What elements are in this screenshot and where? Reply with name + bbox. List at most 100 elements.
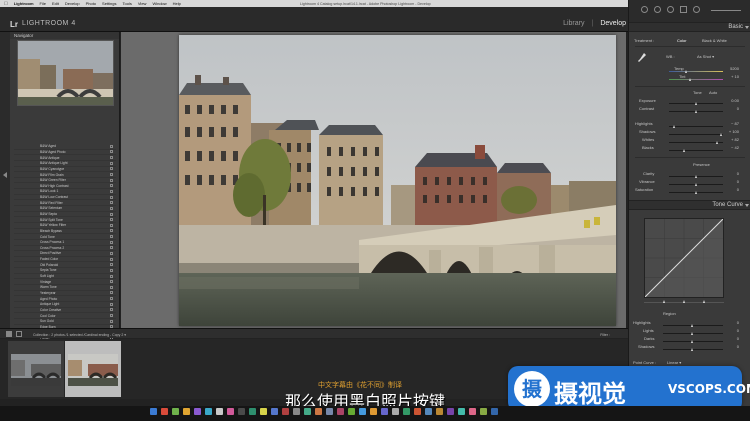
left-panel-edge[interactable] — [0, 32, 10, 328]
dock-app-icon[interactable] — [282, 408, 289, 415]
dock-app-icon[interactable] — [436, 408, 443, 415]
contrast-value[interactable]: 0 — [725, 106, 739, 111]
dock-app-icon[interactable] — [238, 408, 245, 415]
curve-highlights-value[interactable]: 0 — [725, 320, 739, 325]
menu-app-name[interactable]: Lightroom — [14, 1, 34, 6]
exposure-value[interactable]: 0.00 — [725, 98, 739, 103]
menu-tools[interactable]: Tools — [122, 1, 131, 6]
dock-app-icon[interactable] — [194, 408, 201, 415]
blacks-knob[interactable] — [683, 149, 685, 152]
blacks-slider[interactable] — [669, 150, 723, 151]
menu-file[interactable]: File — [40, 1, 46, 6]
dock-app-icon[interactable] — [447, 408, 454, 415]
whites-slider[interactable] — [669, 142, 723, 143]
dock-app-icon[interactable] — [249, 408, 256, 415]
curve-darks-value[interactable]: 0 — [725, 336, 739, 341]
dock-app-icon[interactable] — [403, 408, 410, 415]
tint-slider[interactable] — [669, 79, 723, 80]
dock-app-icon[interactable] — [260, 408, 267, 415]
curve-lights-value[interactable]: 0 — [725, 328, 739, 333]
dock-app-icon[interactable] — [491, 408, 498, 415]
whites-value[interactable]: + 82 — [725, 137, 739, 142]
temp-knob[interactable] — [685, 70, 687, 73]
dock-app-icon[interactable] — [315, 408, 322, 415]
curve-split-knob-2[interactable] — [683, 300, 685, 303]
adjustment-brush-icon[interactable] — [693, 6, 700, 13]
dock-app-icon[interactable] — [161, 408, 168, 415]
filmstrip-source[interactable]: Collection : 2 photos /1 selected /Cardi… — [33, 333, 126, 337]
curve-darks-slider[interactable] — [663, 341, 723, 342]
tone-auto-button[interactable]: Auto — [709, 90, 717, 95]
dock-app-icon[interactable] — [271, 408, 278, 415]
dock-app-icon[interactable] — [216, 408, 223, 415]
tint-value[interactable]: + 10 — [725, 74, 739, 79]
curve-shadows-slider[interactable] — [663, 349, 723, 350]
curve-shadows-value[interactable]: 0 — [725, 344, 739, 349]
menu-edit[interactable]: Edit — [52, 1, 59, 6]
develop-canvas[interactable] — [121, 32, 626, 328]
highlights-knob[interactable] — [673, 125, 675, 128]
point-curve-select[interactable]: Linear ▾ — [667, 360, 681, 365]
menu-window[interactable]: Window — [152, 1, 166, 6]
temp-slider[interactable] — [669, 71, 723, 72]
curve-lights-knob[interactable] — [691, 332, 693, 335]
saturation-knob[interactable] — [695, 191, 697, 194]
shadows-knob[interactable] — [720, 133, 722, 136]
vibrance-value[interactable]: 0 — [725, 179, 739, 184]
curve-lights-slider[interactable] — [663, 333, 723, 334]
main-photo[interactable] — [179, 35, 616, 326]
dock-app-icon[interactable] — [183, 408, 190, 415]
curve-split-knob-1[interactable] — [663, 300, 665, 303]
saturation-value[interactable]: 0 — [725, 187, 739, 192]
navigator-preview[interactable] — [17, 40, 114, 106]
whites-knob[interactable] — [716, 141, 718, 144]
dock-app-icon[interactable] — [337, 408, 344, 415]
filmstrip-thumb[interactable] — [8, 341, 64, 397]
filmstrip-thumb-selected[interactable] — [65, 341, 121, 397]
dock-app-icon[interactable] — [293, 408, 300, 415]
blacks-value[interactable]: − 42 — [725, 145, 739, 150]
menu-help[interactable]: Help — [173, 1, 181, 6]
contrast-knob[interactable] — [695, 110, 697, 113]
temp-value[interactable]: 5200 — [725, 66, 739, 71]
treatment-bw[interactable]: Black & White — [702, 38, 727, 43]
dock-app-icon[interactable] — [326, 408, 333, 415]
dock-app-icon[interactable] — [348, 408, 355, 415]
basic-panel-header[interactable]: Basic — [629, 22, 750, 32]
dock-app-icon[interactable] — [414, 408, 421, 415]
dock-app-icon[interactable] — [205, 408, 212, 415]
dock-app-icon[interactable] — [425, 408, 432, 415]
highlights-value[interactable]: − 87 — [725, 121, 739, 126]
dock-app-icon[interactable] — [370, 408, 377, 415]
curve-highlights-knob[interactable] — [691, 324, 693, 327]
module-library[interactable]: Library — [563, 20, 584, 27]
clarity-value[interactable]: 0 — [725, 171, 739, 176]
dock-app-icon[interactable] — [227, 408, 234, 415]
menu-develop[interactable]: Develop — [65, 1, 80, 6]
dock-app-icon[interactable] — [150, 408, 157, 415]
menu-view[interactable]: View — [138, 1, 147, 6]
dock-app-icon[interactable] — [172, 408, 179, 415]
curve-darks-knob[interactable] — [691, 340, 693, 343]
clarity-knob[interactable] — [695, 175, 697, 178]
exposure-knob[interactable] — [695, 102, 697, 105]
shadows-value[interactable]: + 100 — [725, 129, 739, 134]
tone-curve-graph[interactable] — [644, 218, 724, 298]
crop-tool-icon[interactable] — [641, 6, 648, 13]
red-eye-icon[interactable] — [667, 6, 674, 13]
curve-split-knob-3[interactable] — [703, 300, 705, 303]
dock-app-icon[interactable] — [359, 408, 366, 415]
wb-select[interactable]: As Shot ▾ — [697, 54, 714, 59]
highlights-slider[interactable] — [669, 126, 723, 127]
wb-eyedropper-icon[interactable] — [638, 53, 646, 63]
dock-app-icon[interactable] — [469, 408, 476, 415]
shadows-slider[interactable] — [669, 134, 723, 135]
dock-app-icon[interactable] — [381, 408, 388, 415]
curve-shadows-knob[interactable] — [691, 348, 693, 351]
dock-app-icon[interactable] — [392, 408, 399, 415]
graduated-filter-icon[interactable] — [680, 6, 687, 13]
menu-photo[interactable]: Photo — [86, 1, 96, 6]
dock-app-icon[interactable] — [480, 408, 487, 415]
filmstrip-filter[interactable]: Filter : — [600, 331, 610, 339]
curve-highlights-slider[interactable] — [663, 325, 723, 326]
